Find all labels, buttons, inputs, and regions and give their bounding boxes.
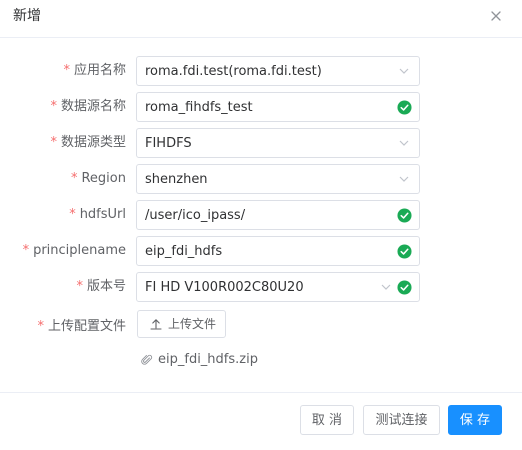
label-hdfs-url: * hdfsUrl <box>69 207 126 222</box>
chevron-down-icon <box>399 140 409 146</box>
chevron-down-icon <box>399 68 409 74</box>
form-row-datasource-name: * 数据源名称 roma_fihdfs_test <box>0 92 522 122</box>
label-region: * Region <box>70 171 126 186</box>
datasource-name-input[interactable]: roma_fihdfs_test <box>136 92 420 122</box>
required-mark: * <box>70 171 78 186</box>
app-name-select[interactable]: roma.fdi.test(roma.fdi.test) <box>136 56 420 86</box>
check-circle-icon <box>397 208 412 223</box>
label-upload-config: * 上传配置文件 <box>37 319 126 334</box>
label-principlename: * principlename <box>22 243 126 258</box>
check-circle-icon <box>397 280 412 295</box>
required-mark: * <box>22 243 30 258</box>
hdfs-url-value: /user/ico_ipass/ <box>145 208 246 223</box>
test-connection-button[interactable]: 测试连接 <box>363 405 440 435</box>
label-datasource-type: * 数据源类型 <box>50 135 126 150</box>
form-row-principlename: * principlename eip_fdi_hdfs <box>0 236 522 266</box>
version-value: FI HD V100R002C80U20 <box>145 280 304 295</box>
principlename-input[interactable]: eip_fdi_hdfs <box>136 236 420 266</box>
paperclip-icon <box>141 354 153 365</box>
form-row-datasource-type: * 数据源类型 FIHDFS <box>0 128 522 158</box>
check-circle-icon <box>397 244 412 259</box>
dialog-footer: 取 消 测试连接 保 存 <box>0 392 522 450</box>
label-datasource-name: * 数据源名称 <box>50 99 126 114</box>
uploaded-file-name: eip_fdi_hdfs.zip <box>158 352 258 367</box>
upload-file-button-label: 上传文件 <box>168 317 217 331</box>
cancel-button[interactable]: 取 消 <box>300 405 354 435</box>
label-app-name: * 应用名称 <box>63 63 126 78</box>
region-select[interactable]: shenzhen <box>136 164 420 194</box>
dialog-title: 新增 <box>13 8 41 24</box>
save-button[interactable]: 保 存 <box>448 405 502 435</box>
form-row-app-name: * 应用名称 roma.fdi.test(roma.fdi.test) <box>0 56 522 86</box>
datasource-name-value: roma_fihdfs_test <box>145 100 253 115</box>
dialog-header: 新增 <box>0 0 522 38</box>
form-row-version: * 版本号 FI HD V100R002C80U20 <box>0 272 522 302</box>
form-row-hdfs-url: * hdfsUrl /user/ico_ipass/ <box>0 200 522 230</box>
chevron-down-icon <box>381 284 391 290</box>
required-mark: * <box>69 207 76 222</box>
principlename-value: eip_fdi_hdfs <box>145 244 223 259</box>
upload-icon <box>150 319 162 330</box>
label-version: * 版本号 <box>76 279 126 294</box>
required-mark: * <box>50 135 57 150</box>
required-mark: * <box>63 63 70 78</box>
datasource-type-value: FIHDFS <box>145 136 192 151</box>
add-datasource-dialog: 新增 * 应用名称 roma.fdi.test(roma.fdi.test) * 数… <box>0 0 522 450</box>
region-value: shenzhen <box>145 172 208 187</box>
upload-file-button[interactable]: 上传文件 <box>137 310 226 338</box>
close-icon[interactable] <box>488 8 504 24</box>
hdfs-url-input[interactable]: /user/ico_ipass/ <box>136 200 420 230</box>
datasource-type-select[interactable]: FIHDFS <box>136 128 420 158</box>
check-circle-icon <box>397 100 412 115</box>
required-mark: * <box>37 319 44 334</box>
app-name-value: roma.fdi.test(roma.fdi.test) <box>145 64 322 79</box>
form-row-region: * Region shenzhen <box>0 164 522 194</box>
version-select[interactable]: FI HD V100R002C80U20 <box>136 272 420 302</box>
required-mark: * <box>50 99 57 114</box>
form-row-upload: * 上传配置文件 <box>0 312 522 342</box>
required-mark: * <box>76 279 83 294</box>
chevron-down-icon <box>399 176 409 182</box>
